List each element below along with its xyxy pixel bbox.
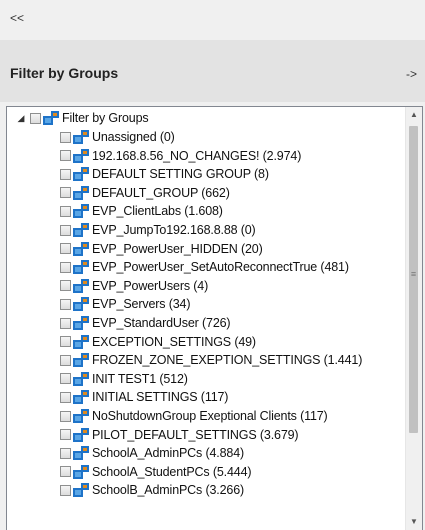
group-icon [73,297,89,312]
tree-item-label: FROZEN_ZONE_EXEPTION_SETTINGS (1.441) [92,353,363,368]
group-icon [73,260,89,275]
tree-item-label: EXCEPTION_SETTINGS (49) [92,334,256,349]
tree-item-row[interactable]: EVP_PowerUser_HIDDEN (20) [60,240,263,258]
tree-item-row[interactable]: PILOT_DEFAULT_SETTINGS (3.679) [60,426,299,444]
tree-root-label: Filter by Groups [62,111,149,125]
tree-item-row[interactable]: EVP_PowerUser_SetAutoReconnectTrue (481) [60,258,349,276]
tree-item-row[interactable]: EXCEPTION_SETTINGS (49) [60,333,256,351]
group-checkbox[interactable] [60,243,71,255]
group-icon [73,316,89,330]
tree-item-label: EVP_JumpTo192.168.8.88 (0) [92,223,256,237]
group-tree[interactable]: ◢ Filter by Groups Unassigned (0) 192.168… [6,106,423,530]
tree-item-row[interactable]: 192.168.8.56_NO_CHANGES! (2.974) [60,147,301,165]
tree-item-label: EVP_StandardUser (726) [92,316,231,330]
group-checkbox[interactable] [60,150,71,162]
tree-item-row[interactable]: DEFAULT_GROUP (662) [60,184,230,202]
group-icon [73,353,89,368]
top-bar: << [0,0,425,40]
group-icon [73,427,89,442]
tree-item-label: SchoolB_AdminPCs (3.266) [92,483,245,498]
tree-item-row[interactable]: SchoolA_AdminPCs (4.884) [60,444,244,462]
tree-item-row[interactable]: DEFAULT SETTING GROUP (8) [60,165,269,183]
tree-item-row[interactable]: NoShutdownGroup Exeptional Clients (117) [60,407,328,425]
tree-item-label: EVP_PowerUsers (4) [92,278,209,293]
tree-item-label: INITIAL SETTINGS (117) [92,390,229,405]
group-checkbox[interactable] [60,187,71,199]
group-checkbox[interactable] [60,391,71,403]
group-checkbox[interactable] [60,131,71,143]
group-checkbox[interactable] [60,317,71,329]
grip-icon: ≡ [410,269,417,279]
scroll-up-icon[interactable]: ▲ [406,107,422,123]
scrollbar-thumb[interactable] [409,126,418,433]
tree-item-row[interactable]: EVP_Servers (34) [60,295,190,313]
group-icon [73,409,89,423]
tree-item-row[interactable]: Unassigned (0) [60,128,175,146]
group-icon [73,334,89,349]
tree-item-label: 192.168.8.56_NO_CHANGES! (2.974) [92,148,302,163]
tree-item-label: NoShutdownGroup Exeptional Clients (117) [92,409,328,423]
group-checkbox[interactable] [60,484,71,496]
tree-item-row[interactable]: EVP_ClientLabs (1.608) [60,202,223,220]
group-icon [73,148,89,163]
group-checkbox[interactable] [60,261,71,273]
group-checkbox[interactable] [60,373,71,385]
tree-item-row[interactable]: SchoolA_StudentPCs (5.444) [60,463,252,481]
group-checkbox[interactable] [60,447,71,459]
filter-header: Filter by Groups -> [0,40,425,102]
scroll-down-icon[interactable]: ▼ [406,514,422,530]
group-checkbox[interactable] [60,410,71,422]
group-icon [73,464,89,479]
expand-arrow-button[interactable]: -> [406,67,417,81]
group-icon [73,446,89,461]
tree-item-label: DEFAULT_GROUP (662) [92,185,230,200]
tree-item-row[interactable]: EVP_PowerUsers (4) [60,277,208,295]
tree-item-row[interactable]: INIT TEST1 (512) [60,370,188,388]
root-checkbox[interactable] [30,112,41,124]
group-icon [73,241,89,256]
group-icon [73,278,89,293]
header-title: Filter by Groups [10,65,119,81]
group-icon [43,111,59,125]
group-icon [73,204,89,219]
group-icon [73,130,89,144]
group-icon [73,390,89,405]
vertical-scrollbar[interactable]: ▲ ≡ ▼ [405,107,422,530]
group-icon [73,371,89,386]
tree-item-label: SchoolA_AdminPCs (4.884) [92,446,245,461]
tree-item-label: SchoolA_StudentPCs (5.444) [92,464,252,479]
group-checkbox[interactable] [60,205,71,217]
group-checkbox[interactable] [60,429,71,441]
group-icon [73,167,89,182]
tree-item-label: EVP_PowerUser_HIDDEN (20) [92,241,263,256]
group-icon [73,223,89,237]
tree-item-row[interactable]: SchoolB_AdminPCs (3.266) [60,481,244,499]
tree-item-label: EVP_PowerUser_SetAutoReconnectTrue (481) [92,260,349,275]
tree-item-label: PILOT_DEFAULT_SETTINGS (3.679) [92,427,299,442]
tree-item-row[interactable]: EVP_JumpTo192.168.8.88 (0) [60,221,256,239]
tree-item-label: EVP_Servers (34) [92,297,191,312]
tree-item-label: INIT TEST1 (512) [92,371,188,386]
tree-item-label: DEFAULT SETTING GROUP (8) [92,167,269,182]
collapse-arrow-icon[interactable]: ◢ [16,113,26,124]
group-checkbox[interactable] [60,354,71,366]
tree-item-row[interactable]: EVP_StandardUser (726) [60,314,231,332]
group-checkbox[interactable] [60,298,71,310]
group-checkbox[interactable] [60,168,71,180]
group-checkbox[interactable] [60,466,71,478]
group-icon [73,483,89,498]
collapse-panel-button[interactable]: << [10,11,24,25]
tree-item-row[interactable]: FROZEN_ZONE_EXEPTION_SETTINGS (1.441) [60,351,362,369]
group-checkbox[interactable] [60,280,71,292]
group-checkbox[interactable] [60,336,71,348]
group-icon [73,185,89,200]
group-checkbox[interactable] [60,224,71,236]
tree-item-row[interactable]: INITIAL SETTINGS (117) [60,388,228,406]
tree-item-label: Unassigned (0) [92,130,175,144]
tree-item-label: EVP_ClientLabs (1.608) [92,204,223,219]
tree-root-row[interactable]: ◢ Filter by Groups [16,109,149,127]
